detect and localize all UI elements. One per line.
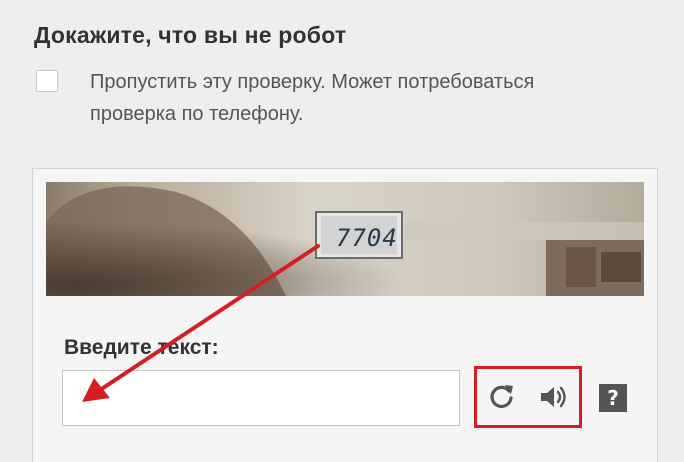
speaker-icon — [541, 386, 566, 408]
page-title: Докажите, что вы не робот — [34, 22, 347, 48]
reload-captcha-button[interactable] — [487, 382, 517, 412]
captcha-image-text: 7704 — [336, 224, 398, 252]
skip-verification-label[interactable]: Пропустить эту проверку. Может потребова… — [90, 66, 560, 130]
skip-verification-checkbox[interactable] — [36, 70, 58, 92]
captcha-text-input[interactable] — [62, 370, 460, 426]
audio-captcha-button[interactable] — [538, 382, 568, 412]
captcha-image: 7704 — [46, 182, 644, 296]
help-button[interactable]: ? — [599, 384, 627, 412]
captcha-dialog: Докажите, что вы не робот Пропустить эту… — [0, 0, 684, 462]
captcha-input-label: Введите текст: — [64, 336, 219, 359]
reload-icon — [490, 385, 513, 408]
